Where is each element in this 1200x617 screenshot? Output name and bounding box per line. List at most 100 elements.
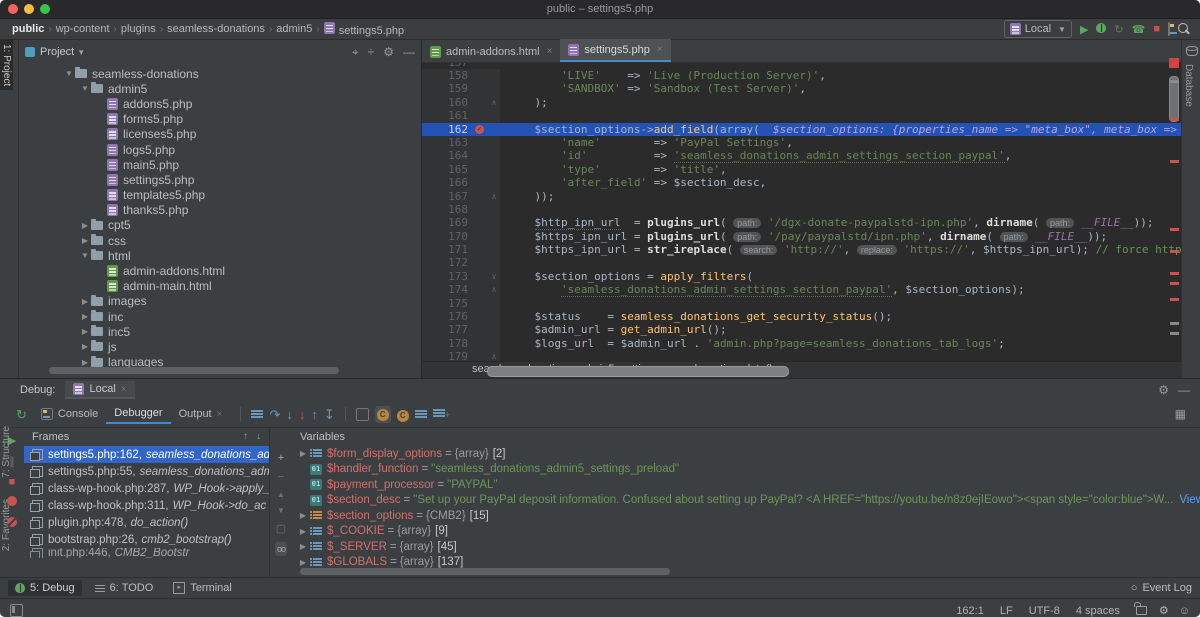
fold-up-icon[interactable]: ∧ <box>488 190 500 203</box>
breadcrumb-item[interactable]: plugins <box>121 23 156 35</box>
code-line[interactable]: 177 $admin_url = get_admin_url(); <box>422 323 1181 336</box>
tree-item-cpt5[interactable]: ▶cpt5 <box>19 218 421 233</box>
tree-item-logs5-php[interactable]: logs5.php <box>19 142 421 157</box>
step-into-icon[interactable]: ↓ <box>286 408 293 421</box>
file-status-indicator[interactable] <box>1169 58 1179 68</box>
error-stripe-mark[interactable] <box>1170 160 1179 163</box>
debug-session-tab[interactable]: Local × <box>65 381 134 399</box>
chevron-down-icon[interactable]: ▼ <box>79 251 91 260</box>
code-line[interactable]: 174∧ 'seamless_donations_admin_settings_… <box>422 283 1181 296</box>
tree-item-admin-main-html[interactable]: admin-main.html <box>19 279 421 294</box>
stack-frame[interactable]: init.php:446,CMB2_Bootstr <box>24 548 269 558</box>
close-icon[interactable]: × <box>121 384 127 395</box>
code-line[interactable]: 173∨ $section_options = apply_filters( <box>422 270 1181 283</box>
run-config-combo[interactable]: Local ▼ <box>1004 20 1072 38</box>
chevron-right-icon[interactable]: ▶ <box>296 449 310 458</box>
stack-frame[interactable]: settings5.php:55,seamless_donations_adm <box>24 463 269 480</box>
error-stripe-mark[interactable] <box>1170 250 1179 253</box>
restore-layout-icon[interactable]: ▦ <box>1175 407 1186 421</box>
tool-button-database[interactable]: Database <box>1182 60 1195 111</box>
evaluate-expression-icon[interactable] <box>356 408 369 421</box>
force-step-into-icon[interactable]: ↓ <box>299 408 306 421</box>
tree-item-admin-addons-html[interactable]: admin-addons.html <box>19 263 421 278</box>
debug-tab-console[interactable]: Console <box>33 405 106 423</box>
error-stripe-mark[interactable] <box>1170 298 1179 301</box>
chevron-right-icon[interactable]: ▶ <box>79 342 91 351</box>
event-log-button[interactable]: ○ Event Log <box>1131 582 1192 594</box>
add-watch-icon[interactable]: + <box>433 407 450 422</box>
chevron-right-icon[interactable]: ▶ <box>79 358 91 367</box>
tree-item-images[interactable]: ▶images <box>19 294 421 309</box>
stack-frame[interactable]: settings5.php:162,seamless_donations_ad <box>24 446 269 463</box>
error-stripe-mark[interactable] <box>1170 332 1179 335</box>
mute-renderers-icon[interactable] <box>251 408 263 421</box>
stop-button[interactable]: ■ <box>1153 23 1160 35</box>
show-execution-point-icon[interactable] <box>415 408 427 421</box>
editor-tab-admin-addons-html[interactable]: admin-addons.html× <box>422 41 560 62</box>
stack-frame[interactable]: plugin.php:478,do_action() <box>24 514 269 531</box>
tree-item-inc[interactable]: ▶inc <box>19 309 421 324</box>
chevron-right-icon[interactable]: ▶ <box>296 542 310 551</box>
tree-item-css[interactable]: ▶css <box>19 233 421 248</box>
chevron-down-icon[interactable]: ▼ <box>63 69 75 78</box>
breadcrumb-item[interactable]: settings5.php <box>324 22 404 37</box>
variable-row[interactable]: 01$section_desc="Set up your PayPal depo… <box>292 493 1200 509</box>
line-separator[interactable]: LF <box>1000 605 1013 617</box>
code-line[interactable]: 165 'type' => 'title', <box>422 163 1181 176</box>
close-icon[interactable]: × <box>217 409 223 420</box>
variable-row[interactable]: ▶$form_display_options={array}[2] <box>292 446 1200 462</box>
project-view-title[interactable]: Project <box>40 46 74 58</box>
breadcrumb-item[interactable]: public <box>12 23 44 35</box>
code-line[interactable]: 178 $logs_url = $admin_url . 'admin.php?… <box>422 337 1181 350</box>
variables-horizontal-scrollbar[interactable] <box>300 568 670 575</box>
stack-frame[interactable]: class-wp-hook.php:287,WP_Hook->apply_ <box>24 480 269 497</box>
fold-up-icon[interactable]: ∧ <box>488 96 500 109</box>
show-watches-icon[interactable]: oo <box>275 542 287 556</box>
add-watch-icon[interactable]: + <box>278 452 284 464</box>
project-horizontal-scrollbar[interactable] <box>49 367 339 374</box>
chevron-right-icon[interactable]: ▶ <box>296 558 310 567</box>
caret-position[interactable]: 162:1 <box>956 605 984 617</box>
code-line[interactable]: 167∧ )); <box>422 190 1181 203</box>
error-stripe-mark[interactable] <box>1170 322 1179 325</box>
code-line[interactable]: 158 'LIVE' => 'Live (Production Server)'… <box>422 69 1181 82</box>
coin-icon[interactable]: C <box>397 407 409 422</box>
code-line[interactable]: 159 'SANDBOX' => 'Sandbox (Test Server)'… <box>422 82 1181 95</box>
tree-item-admin5[interactable]: ▼admin5 <box>19 81 421 96</box>
debug-tab-debugger[interactable]: Debugger <box>106 404 170 424</box>
breadcrumb-item[interactable]: admin5 <box>276 23 312 35</box>
fold-up-icon[interactable]: ∧ <box>488 283 500 296</box>
chevron-right-icon[interactable]: ▶ <box>79 236 91 245</box>
tool-button-todo[interactable]: 6: TODO <box>88 580 161 596</box>
coverage-icon[interactable]: C <box>375 406 391 423</box>
file-encoding[interactable]: UTF-8 <box>1029 605 1060 617</box>
chevron-right-icon[interactable]: ▶ <box>79 327 91 336</box>
close-icon[interactable]: × <box>657 44 663 55</box>
code-line[interactable]: 168 <box>422 203 1181 216</box>
inspections-hector-icon[interactable]: ☺ <box>1179 605 1190 617</box>
code-line[interactable]: 166 'after_field' => $section_desc, <box>422 176 1181 189</box>
fold-down-icon[interactable]: ∨ <box>488 270 500 283</box>
code-line[interactable]: 161 <box>422 109 1181 122</box>
tree-item-addons5-php[interactable]: addons5.php <box>19 96 421 111</box>
code-line[interactable]: 169 $http_ipn_url = plugins_url( path: '… <box>422 216 1181 229</box>
code-line[interactable]: 176 $status = seamless_donations_get_sec… <box>422 310 1181 323</box>
tree-item-settings5-php[interactable]: settings5.php <box>19 172 421 187</box>
code-editor[interactable]: 157 $form_display_options = array( $form… <box>422 63 1181 361</box>
move-up-icon[interactable]: ▲ <box>277 490 285 499</box>
code-line[interactable]: 172 <box>422 256 1181 269</box>
error-stripe-mark[interactable] <box>1170 80 1179 83</box>
tree-item-inc5[interactable]: ▶inc5 <box>19 324 421 339</box>
code-line[interactable]: 162✓ $section_options->add_field(array( … <box>422 123 1181 136</box>
error-stripe-mark[interactable] <box>1170 228 1179 231</box>
view-link[interactable]: View <box>1179 494 1200 506</box>
hide-panel-icon[interactable]: — <box>403 45 415 59</box>
tree-item-seamless-donations[interactable]: ▼seamless-donations <box>19 66 421 81</box>
gear-icon[interactable]: ⚙ <box>1158 383 1169 397</box>
chevron-right-icon[interactable]: ▶ <box>296 527 310 536</box>
previous-frame-icon[interactable]: ↑ <box>243 428 248 446</box>
tree-item-licenses5-php[interactable]: licenses5.php <box>19 127 421 142</box>
chevron-right-icon[interactable]: ▶ <box>79 221 91 230</box>
step-over-icon[interactable]: ↷ <box>269 408 280 421</box>
code-line[interactable]: 164 'id' => 'seamless_donations_admin_se… <box>422 149 1181 162</box>
